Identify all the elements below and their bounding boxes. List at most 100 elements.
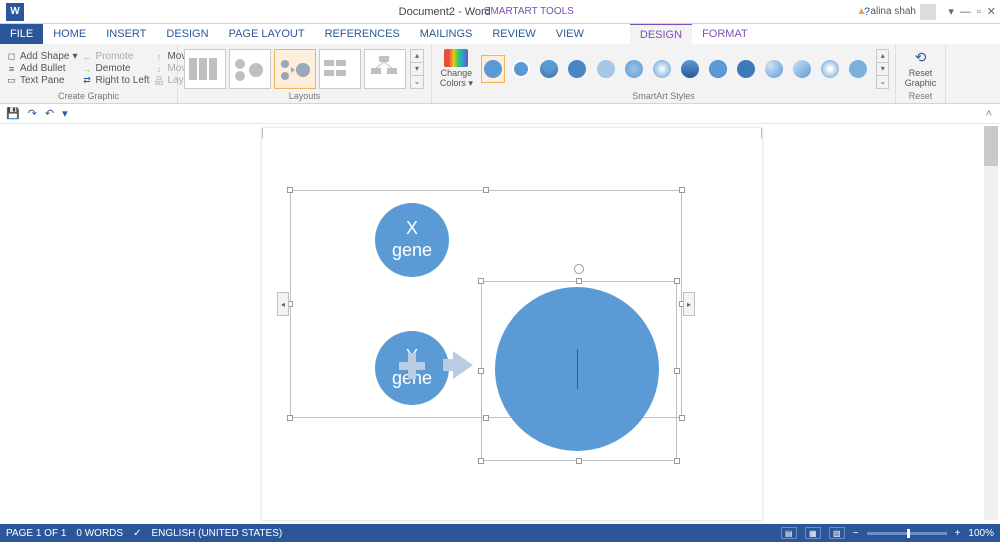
rotate-handle[interactable] bbox=[574, 264, 584, 274]
style-thumb-7[interactable] bbox=[650, 55, 674, 83]
resize-handle[interactable] bbox=[679, 187, 685, 193]
layout-thumb-1[interactable] bbox=[184, 49, 226, 89]
resize-handle[interactable] bbox=[679, 415, 685, 421]
repeat-button[interactable]: ↷ bbox=[28, 107, 37, 120]
quick-access-toolbar: 💾 ↷ ↶ ▾ ˄ bbox=[0, 104, 1000, 124]
style-thumb-10[interactable] bbox=[734, 55, 758, 83]
add-shape-icon: ◻ bbox=[6, 51, 17, 62]
style-thumb-8[interactable] bbox=[678, 55, 702, 83]
style-thumb-14[interactable] bbox=[846, 55, 870, 83]
word-count[interactable]: 0 WORDS bbox=[76, 528, 123, 539]
web-layout-button[interactable]: ▧ bbox=[829, 527, 845, 539]
language-button[interactable]: ENGLISH (UNITED STATES) bbox=[151, 528, 282, 539]
scrollbar-thumb[interactable] bbox=[984, 126, 998, 166]
style-thumb-2[interactable] bbox=[509, 55, 533, 83]
resize-handle[interactable] bbox=[478, 458, 484, 464]
zoom-out-button[interactable]: − bbox=[853, 528, 859, 539]
resize-handle[interactable] bbox=[674, 458, 680, 464]
layout-thumb-3-selected[interactable] bbox=[274, 49, 316, 89]
restore-button[interactable]: ▫ bbox=[977, 6, 981, 18]
resize-handle[interactable] bbox=[576, 458, 582, 464]
add-shape-button[interactable]: ◻Add Shape ▾ bbox=[6, 51, 78, 62]
zoom-slider-thumb[interactable] bbox=[907, 529, 910, 538]
resize-handle[interactable] bbox=[287, 415, 293, 421]
zoom-in-button[interactable]: + bbox=[955, 528, 961, 539]
group-create-graphic: ◻Add Shape ▾ ≡Add Bullet ▭Text Pane ←Pro… bbox=[0, 44, 178, 103]
layout-thumb-4[interactable] bbox=[319, 49, 361, 89]
vertical-scrollbar[interactable] bbox=[984, 126, 998, 520]
style-thumb-11[interactable] bbox=[762, 55, 786, 83]
smartart-node-x-gene[interactable]: X gene bbox=[375, 203, 449, 277]
layout-thumb-5[interactable] bbox=[364, 49, 406, 89]
page[interactable]: ◂ ▸ X gene Y gene bbox=[262, 128, 762, 520]
title-bar: W Document2 - Word SMARTART TOOLS ? ▲ al… bbox=[0, 0, 1000, 24]
style-thumb-13[interactable] bbox=[818, 55, 842, 83]
undo-dropdown[interactable]: ▾ bbox=[62, 107, 68, 120]
tab-references[interactable]: REFERENCES bbox=[315, 24, 410, 44]
style-thumb-4[interactable] bbox=[565, 55, 589, 83]
add-bullet-button[interactable]: ≡Add Bullet bbox=[6, 63, 78, 74]
avatar bbox=[920, 4, 936, 20]
ribbon-options-icon[interactable]: ▾ bbox=[948, 5, 954, 18]
tab-file[interactable]: FILE bbox=[0, 24, 43, 44]
styles-more[interactable]: ▴▾⌄ bbox=[876, 49, 889, 89]
resize-handle[interactable] bbox=[287, 187, 293, 193]
style-thumb-6[interactable] bbox=[622, 55, 646, 83]
text-pane-toggle-right[interactable]: ▸ bbox=[683, 292, 695, 316]
add-bullet-icon: ≡ bbox=[6, 63, 17, 74]
resize-handle[interactable] bbox=[576, 278, 582, 284]
status-bar: PAGE 1 OF 1 0 WORDS ✓ ENGLISH (UNITED ST… bbox=[0, 524, 1000, 542]
collapse-ribbon-button[interactable]: ˄ bbox=[986, 108, 992, 120]
tab-design[interactable]: DESIGN bbox=[156, 24, 218, 44]
proofing-button[interactable]: ✓ bbox=[133, 528, 141, 539]
tab-smartart-design[interactable]: DESIGN bbox=[630, 24, 692, 44]
minimize-button[interactable]: — bbox=[960, 6, 971, 18]
right-to-left-button[interactable]: ⇄Right to Left bbox=[82, 75, 150, 86]
promote-button[interactable]: ←Promote bbox=[82, 51, 150, 62]
tab-view[interactable]: VIEW bbox=[546, 24, 594, 44]
move-up-icon: ↑ bbox=[153, 51, 164, 62]
tab-mailings[interactable]: MAILINGS bbox=[410, 24, 483, 44]
undo-button[interactable]: ↶ bbox=[45, 107, 54, 120]
resize-handle[interactable] bbox=[674, 278, 680, 284]
contextual-tab-label: SMARTART TOOLS bbox=[484, 6, 574, 17]
text-pane-button[interactable]: ▭Text Pane bbox=[6, 75, 78, 86]
layouts-more[interactable]: ▴▾⌄ bbox=[410, 49, 424, 89]
style-thumb-12[interactable] bbox=[790, 55, 814, 83]
group-label-create: Create Graphic bbox=[6, 91, 171, 103]
style-thumb-3[interactable] bbox=[537, 55, 561, 83]
resize-handle[interactable] bbox=[478, 278, 484, 284]
rtl-icon: ⇄ bbox=[82, 75, 93, 86]
read-mode-button[interactable]: ▤ bbox=[781, 527, 797, 539]
zoom-slider[interactable] bbox=[867, 532, 947, 535]
reset-graphic-button[interactable]: ⟲ ResetGraphic bbox=[902, 49, 939, 89]
tab-review[interactable]: REVIEW bbox=[482, 24, 545, 44]
tab-home[interactable]: HOME bbox=[43, 24, 96, 44]
change-colors-button[interactable]: ChangeColors ▾ bbox=[438, 49, 475, 89]
tab-smartart-format[interactable]: FORMAT bbox=[692, 24, 758, 44]
promote-icon: ← bbox=[82, 51, 93, 62]
page-indicator[interactable]: PAGE 1 OF 1 bbox=[6, 528, 66, 539]
style-thumb-9[interactable] bbox=[706, 55, 730, 83]
style-thumb-1-selected[interactable] bbox=[481, 55, 505, 83]
resize-handle[interactable] bbox=[478, 368, 484, 374]
print-layout-button[interactable]: ▦ bbox=[805, 527, 821, 539]
layout-thumb-2[interactable] bbox=[229, 49, 271, 89]
demote-button[interactable]: →Demote bbox=[82, 63, 150, 74]
group-label-styles: SmartArt Styles bbox=[438, 91, 889, 103]
close-button[interactable]: ✕ bbox=[987, 5, 996, 18]
resize-handle[interactable] bbox=[674, 368, 680, 374]
save-button[interactable]: 💾 bbox=[6, 107, 20, 120]
tab-insert[interactable]: INSERT bbox=[96, 24, 156, 44]
style-thumb-5[interactable] bbox=[594, 55, 618, 83]
text-pane-toggle-left[interactable]: ◂ bbox=[277, 292, 289, 316]
user-account[interactable]: ▲ alina shah bbox=[857, 4, 937, 20]
smartart-plus-icon bbox=[399, 353, 425, 379]
node-text: gene bbox=[392, 240, 432, 262]
tab-page-layout[interactable]: PAGE LAYOUT bbox=[219, 24, 315, 44]
zoom-level[interactable]: 100% bbox=[968, 528, 994, 539]
smartart-inner-selection[interactable] bbox=[481, 281, 677, 461]
group-smartart-styles: ChangeColors ▾ ▴▾⌄ SmartArt Styles bbox=[432, 44, 896, 103]
smartart-frame[interactable]: ◂ ▸ X gene Y gene bbox=[290, 190, 682, 418]
resize-handle[interactable] bbox=[483, 187, 489, 193]
